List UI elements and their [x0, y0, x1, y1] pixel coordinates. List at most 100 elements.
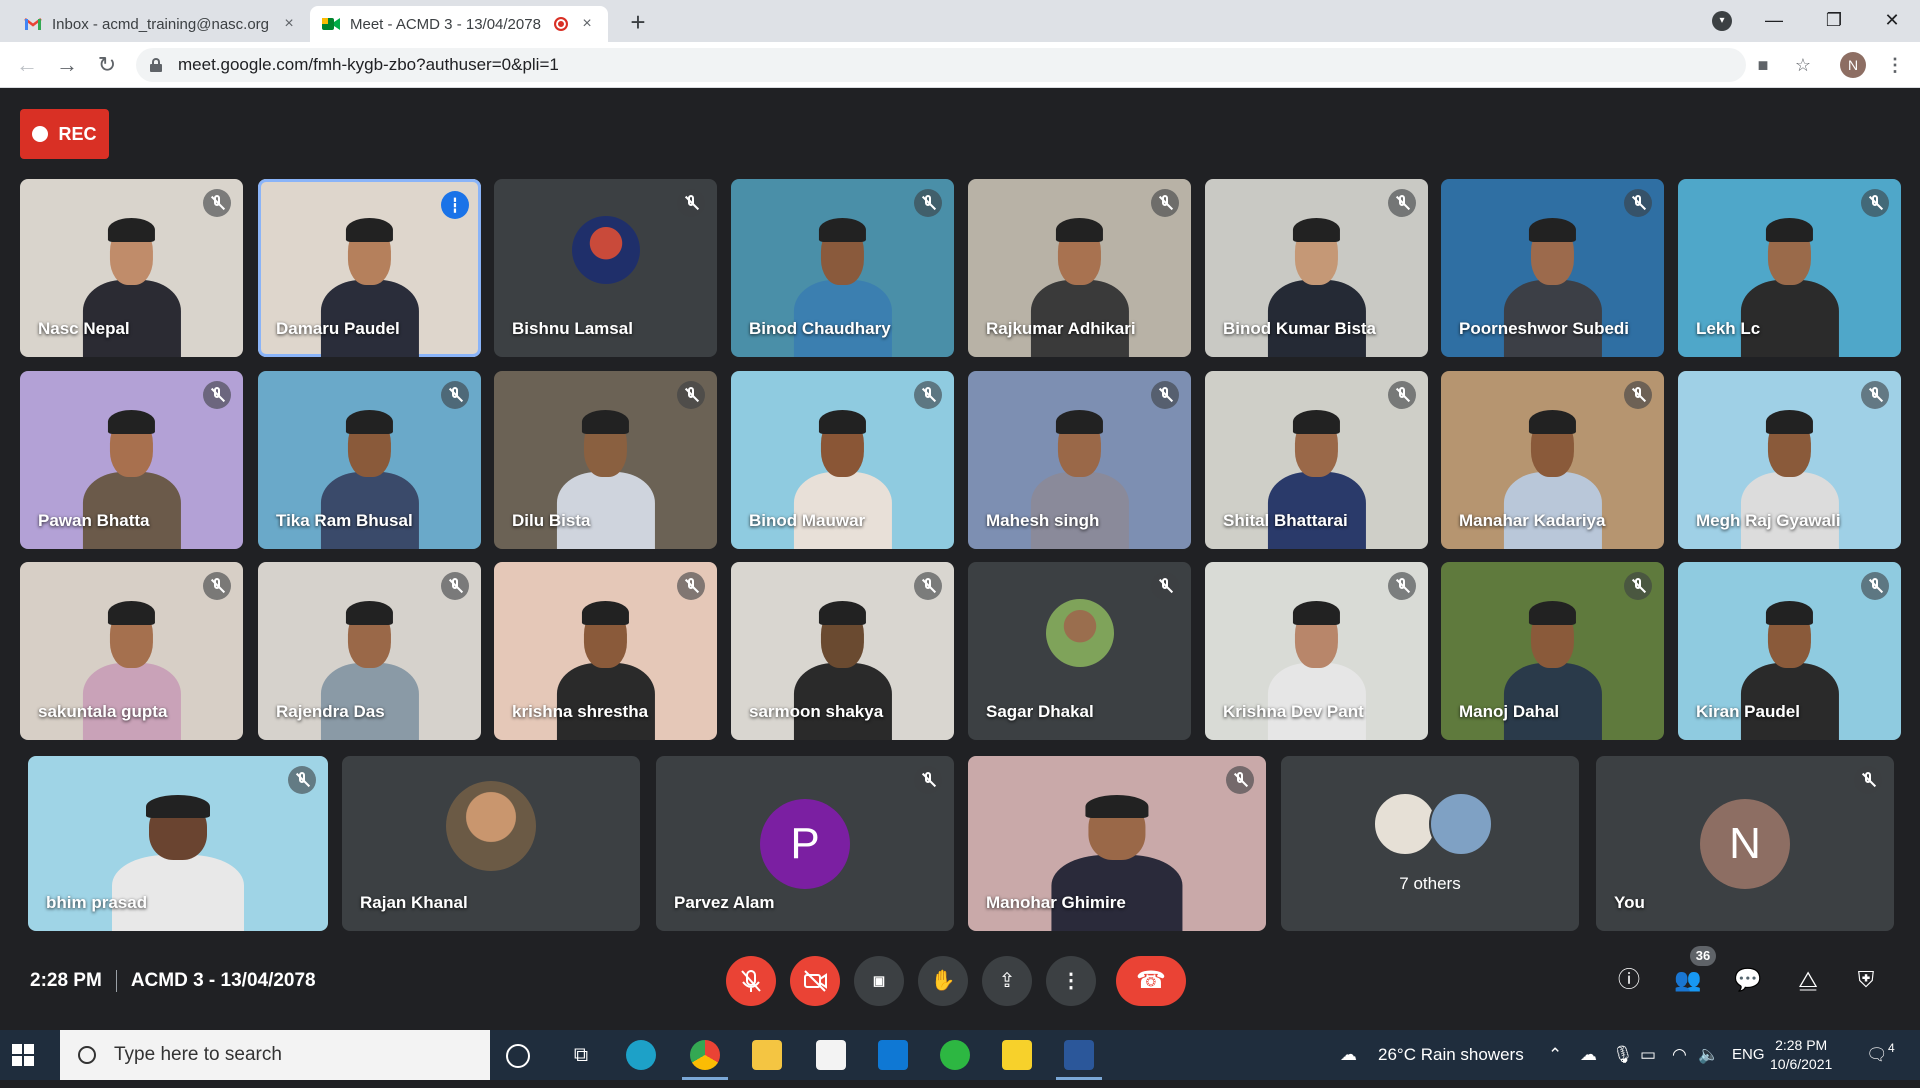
mic-toggle-button[interactable] [726, 956, 776, 1006]
participant-tile[interactable]: Rajan Khanal [342, 756, 640, 931]
notification-count: 4 [1888, 1041, 1895, 1055]
wifi-icon[interactable]: ◠ [1672, 1030, 1687, 1080]
captions-button[interactable]: ▣ [854, 956, 904, 1006]
notification-icon[interactable]: 🗨 [1866, 1030, 1888, 1080]
participant-tile[interactable]: Shital Bhattarai [1205, 371, 1428, 549]
address-bar[interactable]: meet.google.com/fmh-kygb-zbo?authuser=0&… [136, 48, 1746, 82]
back-icon[interactable]: ← [12, 50, 42, 80]
participant-name: Tika Ram Bhusal [276, 511, 413, 530]
participant-tile[interactable]: sarmoon shakya [731, 562, 954, 740]
camera-icon[interactable]: ■ [1750, 52, 1776, 78]
host-controls-button[interactable]: ⛨ [1848, 962, 1884, 998]
activities-button[interactable]: ⧋ [1790, 962, 1826, 998]
tab-gmail[interactable]: Inbox - acmd_training@nasc.org × [12, 6, 310, 42]
participant-tile[interactable]: Manoj Dahal [1441, 562, 1664, 740]
person-hair [1292, 218, 1341, 243]
taskbar-clock[interactable]: 2:28 PM 10/6/2021 [1770, 1036, 1832, 1074]
mail-icon[interactable] [878, 1040, 908, 1070]
participant-name: sakuntala gupta [38, 702, 168, 721]
task-view-icon[interactable]: ⧉ [566, 1040, 596, 1070]
tab-meet[interactable]: Meet - ACMD 3 - 13/04/2078 × [310, 6, 608, 42]
cortana-icon[interactable] [506, 1044, 530, 1068]
present-button[interactable]: ⇪ [982, 956, 1032, 1006]
participant-tile[interactable]: P Parvez Alam [656, 756, 954, 931]
profile-avatar[interactable]: N [1840, 52, 1866, 78]
camera-toggle-button[interactable] [790, 956, 840, 1006]
participant-tile[interactable]: Mahesh singh [968, 371, 1191, 549]
participant-tile[interactable]: Kiran Paudel [1678, 562, 1901, 740]
participant-tile[interactable]: Rajendra Das [258, 562, 481, 740]
participant-tile[interactable]: sakuntala gupta [20, 562, 243, 740]
participant-name: Binod Chaudhary [749, 319, 891, 338]
windows-start-icon[interactable] [12, 1044, 34, 1066]
activities-icon: ⧋ [1798, 967, 1818, 992]
taskbar-search[interactable]: Type here to search [60, 1030, 490, 1080]
participant-tile[interactable]: N You [1596, 756, 1894, 931]
meeting-details-button[interactable]: ⓘ [1611, 962, 1647, 998]
volume-icon[interactable]: 🔈 [1698, 1030, 1719, 1080]
restore-icon[interactable]: ❐ [1806, 0, 1862, 42]
close-tab-icon[interactable]: × [578, 15, 596, 33]
mic-off-icon [1854, 766, 1882, 794]
participant-tile[interactable]: Manohar Ghimire [968, 756, 1266, 931]
bookmark-star-icon[interactable]: ☆ [1790, 52, 1816, 78]
mic-off-icon [203, 189, 231, 217]
participant-tile[interactable]: Megh Raj Gyawali [1678, 371, 1901, 549]
more-options-button[interactable]: ⋮ [1046, 956, 1096, 1006]
onedrive-icon[interactable]: ☁ [1580, 1030, 1597, 1080]
reload-icon[interactable]: ↻ [92, 50, 122, 80]
participant-tile[interactable]: Manahar Kadariya [1441, 371, 1664, 549]
participant-tile[interactable]: krishna shrestha [494, 562, 717, 740]
chat-button[interactable]: 💬 [1730, 962, 1766, 998]
menu-icon[interactable]: ⋮ [1882, 52, 1908, 78]
mic-off-icon [1861, 572, 1889, 600]
participant-tile[interactable]: Poorneshwor Subedi [1441, 179, 1664, 357]
participant-tile[interactable]: Damaru Paudel [258, 179, 481, 357]
tab-search-icon[interactable]: ▾ [1712, 11, 1732, 31]
participant-name: You [1614, 893, 1645, 912]
language-indicator[interactable]: ENG [1732, 1030, 1765, 1080]
chrome-icon[interactable] [682, 1040, 728, 1080]
weather-text[interactable]: 26°C Rain showers [1378, 1030, 1524, 1080]
participant-name: Damaru Paudel [276, 319, 400, 338]
leave-call-button[interactable]: ☎ [1116, 956, 1186, 1006]
participant-name: Rajkumar Adhikari [986, 319, 1136, 338]
tray-chevron-icon[interactable]: ⌃ [1548, 1030, 1562, 1080]
edge-icon[interactable] [626, 1040, 656, 1070]
participant-tile[interactable]: Nasc Nepal [20, 179, 243, 357]
participant-tile[interactable]: Binod Kumar Bista [1205, 179, 1428, 357]
participant-tile[interactable]: Pawan Bhatta [20, 371, 243, 549]
avatar: N [1700, 798, 1790, 889]
participant-tile[interactable]: Bishnu Lamsal [494, 179, 717, 357]
store-icon[interactable] [816, 1040, 846, 1070]
participant-tile[interactable]: Rajkumar Adhikari [968, 179, 1191, 357]
mic-off-icon [677, 381, 705, 409]
participant-tile[interactable]: Krishna Dev Pant [1205, 562, 1428, 740]
sticky-notes-icon[interactable] [1002, 1040, 1032, 1070]
participant-tile[interactable]: Tika Ram Bhusal [258, 371, 481, 549]
raise-hand-button[interactable]: ✋ [918, 956, 968, 1006]
new-tab-button[interactable]: + [622, 6, 654, 38]
participant-tile[interactable]: Lekh Lc [1678, 179, 1901, 357]
others-label: 7 others [1399, 874, 1461, 893]
participant-tile[interactable]: bhim prasad [28, 756, 328, 931]
participant-tile[interactable]: Sagar Dhakal [968, 562, 1191, 740]
more-vert-icon: ⋮ [1061, 970, 1081, 992]
close-window-icon[interactable]: ✕ [1864, 0, 1920, 42]
file-explorer-icon[interactable] [752, 1040, 782, 1070]
person-hair [345, 218, 394, 243]
word-icon[interactable] [1056, 1040, 1102, 1080]
microphone-icon[interactable]: 🎙 [1612, 1030, 1634, 1080]
person-hair [818, 601, 867, 626]
minimize-icon[interactable]: — [1746, 0, 1802, 42]
participant-tile[interactable]: 7 others [1281, 756, 1579, 931]
participant-tile[interactable]: Binod Chaudhary [731, 179, 954, 357]
forward-icon[interactable]: → [52, 50, 82, 80]
participant-tile[interactable]: Binod Mauwar [731, 371, 954, 549]
messaging-app-icon[interactable] [940, 1040, 970, 1070]
weather-icon[interactable]: ☁ [1340, 1030, 1357, 1080]
battery-icon[interactable]: ▭ [1640, 1030, 1656, 1080]
close-tab-icon[interactable]: × [280, 15, 298, 33]
people-button[interactable]: 👥 [1670, 962, 1706, 998]
participant-tile[interactable]: Dilu Bista [494, 371, 717, 549]
